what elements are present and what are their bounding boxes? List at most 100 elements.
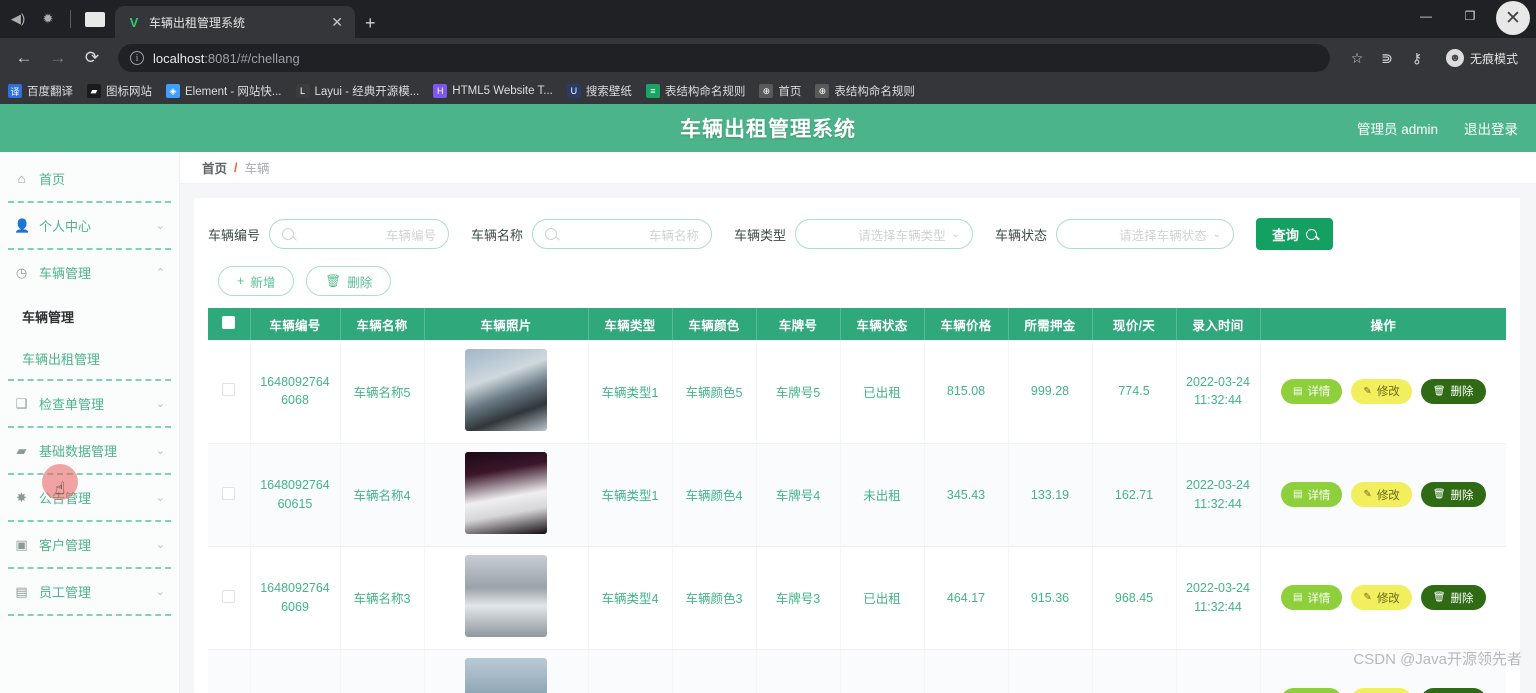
close-icon[interactable]: ✕ <box>327 13 347 31</box>
bookmark-item[interactable]: ◈ Element - 网站快... <box>166 83 282 99</box>
row-checkbox[interactable] <box>222 589 236 603</box>
sidebar-item-8[interactable]: ▤ 员工管理 ⌄ <box>0 569 179 614</box>
reload-icon[interactable]: ⟳ <box>78 44 106 72</box>
detail-button[interactable]: ▤详情 <box>1280 688 1343 693</box>
breadcrumb-home[interactable]: 首页 <box>202 158 227 177</box>
cell-vehicle-photo[interactable] <box>424 340 589 444</box>
sidebar-item-5[interactable]: ▰ 基础数据管理 ⌄ <box>0 428 179 473</box>
chevron-down-icon[interactable]: ⌄ <box>156 219 165 232</box>
vehicle-photo[interactable] <box>465 658 547 693</box>
monitor-icon: ▤ <box>15 583 28 599</box>
chevron-down-icon[interactable]: ⌄ <box>156 444 165 457</box>
delete-row-button[interactable]: 🗑删除 <box>1420 688 1486 693</box>
cell-vehicle-type: 车辆类型4 <box>588 546 673 650</box>
cell-actions[interactable]: ▤ 详情 ✎ 修改 🗑 删除 <box>1260 340 1506 444</box>
sidebar-item-7[interactable]: ▣ 客户管理 ⌄ <box>0 522 179 567</box>
cell-vehicle-photo[interactable] <box>424 546 589 650</box>
cell-vehicle-photo[interactable] <box>424 443 589 547</box>
edit-button[interactable]: ✎修改 <box>1351 482 1412 507</box>
select-all-checkbox[interactable] <box>222 316 236 329</box>
delete-row-button[interactable]: 🗑删除 <box>1420 585 1486 610</box>
maximize-button[interactable]: ❐ <box>1448 1 1492 31</box>
select-all-header[interactable] <box>208 308 251 340</box>
row-checkbox[interactable] <box>222 383 236 397</box>
bookmark-item[interactable]: ⊕ 首页 <box>759 83 801 99</box>
detail-button[interactable]: ▤详情 <box>1280 378 1343 404</box>
cell-actions[interactable]: ▤ 详情 ✎ 修改 🗑 删除 <box>1260 546 1506 650</box>
vehicle-photo[interactable] <box>465 452 547 534</box>
address-bar[interactable]: i localhost:8081/#/chellang <box>118 44 1330 72</box>
bookmark-item[interactable]: 译百度翻译 <box>8 83 73 99</box>
reading-list-icon[interactable]: ⋑ <box>1378 50 1396 67</box>
close-window-button[interactable]: ✕ <box>1496 1 1530 35</box>
sidebar-item-6[interactable]: ✸ 公告管理 ⌄ <box>0 475 179 520</box>
bookmark-item[interactable]: ▰ 图标网站 <box>87 83 152 99</box>
sidebar-item-2[interactable]: 👤 个人中心 ⌄ <box>0 203 179 248</box>
incognito-indicator[interactable]: ☻ 无痕模式 <box>1438 46 1526 70</box>
bookmark-star-icon[interactable]: ☆ <box>1348 50 1366 67</box>
row-checkbox-cell[interactable] <box>208 340 251 444</box>
sidebar-item-4[interactable]: ❑ 检查单管理 ⌄ <box>0 381 179 426</box>
vehicle-photo[interactable] <box>465 348 547 431</box>
edit-button[interactable]: ✎修改 <box>1351 378 1412 404</box>
key-icon[interactable]: ⚷ <box>1408 50 1426 67</box>
sidebar-subitem-2[interactable]: 车辆出租管理 <box>0 337 179 379</box>
pencil-icon: ✎ <box>1363 592 1372 603</box>
new-tab-button[interactable]: + <box>355 14 386 38</box>
bookmarks-bar: 译百度翻译 ▰ 图标网站 ◈ Element - 网站快... L Layui - 经典开源… <box>0 78 1536 104</box>
detail-button[interactable]: ▤详情 <box>1280 482 1343 507</box>
bookmark-item[interactable]: ⊕ 表结构命名规则 <box>815 83 915 99</box>
chevron-down-icon[interactable]: ⌄ <box>156 491 165 504</box>
bookmark-favicon-icon: H <box>433 84 448 98</box>
chevron-down-icon[interactable]: ⌄ <box>156 397 165 410</box>
cell-vehicle-photo[interactable] <box>424 649 589 693</box>
row-checkbox-cell[interactable] <box>208 649 251 693</box>
bookmark-item[interactable]: L Layui - 经典开源模... <box>295 83 419 99</box>
site-info-icon[interactable]: i <box>130 51 144 65</box>
query-button[interactable]: 查询 <box>1256 218 1334 250</box>
filter-input-1[interactable]: 车辆编号 <box>269 219 450 249</box>
bookmark-item[interactable]: U 搜索壁纸 <box>566 83 632 99</box>
filter-input-2[interactable]: 车辆名称 <box>532 219 713 249</box>
delete-button-label: 删除 <box>347 275 373 290</box>
bookmark-item[interactable]: ≡ 表结构命名规则 <box>645 83 745 99</box>
chevron-down-icon[interactable]: ⌄ <box>156 585 165 598</box>
filter-select-4[interactable]: 请选择车辆状态 ⌄ <box>1056 219 1235 249</box>
watermark: CSDN @Java开源领先者 <box>1353 651 1522 668</box>
filter-select-3[interactable]: 请选择车辆类型 ⌄ <box>795 219 974 249</box>
cell-plate-number: 车牌号3 <box>756 546 841 650</box>
add-button[interactable]: + 新增 <box>218 266 295 296</box>
cell-actions[interactable]: ▤ 详情 ✎ 修改 🗑 删除 <box>1260 443 1506 547</box>
table-row[interactable]: 1648092764 60615 车辆名称4 车辆类型1 车辆颜色4 车牌号4 未出租 345… <box>208 443 1506 547</box>
sidebar-item-3[interactable]: ◷ 车辆管理 ⌃ <box>0 250 179 295</box>
bookmark-item[interactable]: H HTML5 Website T... <box>433 84 553 98</box>
column-header-6: 车牌号 <box>756 308 841 340</box>
table-row[interactable]: 1648092764 2022-03-24 ▤详情 ✎修改 🗑删除 <box>208 649 1506 693</box>
detail-button[interactable]: ▤详情 <box>1280 585 1343 610</box>
sidebar-subitem-1[interactable]: 车辆管理 <box>0 295 179 337</box>
edit-button[interactable]: ✎修改 <box>1351 585 1412 610</box>
edit-button[interactable]: ✎修改 <box>1351 688 1412 693</box>
chevron-up-icon[interactable]: ⌃ <box>156 266 165 279</box>
row-checkbox[interactable] <box>222 486 236 500</box>
row-actions: ▤详情 ✎修改 🗑删除 <box>1261 688 1507 693</box>
delete-button[interactable]: 🗑 删除 <box>306 266 392 296</box>
cell-day-price: 162.71 <box>1092 443 1177 547</box>
minimize-button[interactable]: — <box>1404 1 1448 31</box>
table-row[interactable]: 1648092764 6068 车辆名称5 车辆类型1 车辆颜色5 车牌号5 已出租 815.… <box>208 340 1506 444</box>
logout-link[interactable]: 退出登录 <box>1464 118 1518 138</box>
delete-row-button[interactable]: 🗑删除 <box>1420 378 1486 404</box>
delete-row-button[interactable]: 🗑删除 <box>1420 482 1486 507</box>
row-checkbox-cell[interactable] <box>208 546 251 650</box>
chevron-down-icon[interactable]: ⌄ <box>156 538 165 551</box>
sidebar-item-1[interactable]: ⌂ 首页 <box>0 156 179 201</box>
browser-tab[interactable]: V 车辆出租管理系统 ✕ <box>115 6 355 38</box>
forward-icon[interactable]: → <box>44 44 72 72</box>
trash-icon: 🗑 <box>1432 385 1446 397</box>
detail-label: 详情 <box>1307 592 1331 605</box>
column-header-10: 现价/天 <box>1092 308 1177 340</box>
table-row[interactable]: 1648092764 6069 车辆名称3 车辆类型4 车辆颜色3 车牌号3 已出租 464.… <box>208 546 1506 650</box>
row-checkbox-cell[interactable] <box>208 443 251 547</box>
vehicle-photo[interactable] <box>465 555 547 637</box>
back-icon[interactable]: ← <box>10 44 38 72</box>
